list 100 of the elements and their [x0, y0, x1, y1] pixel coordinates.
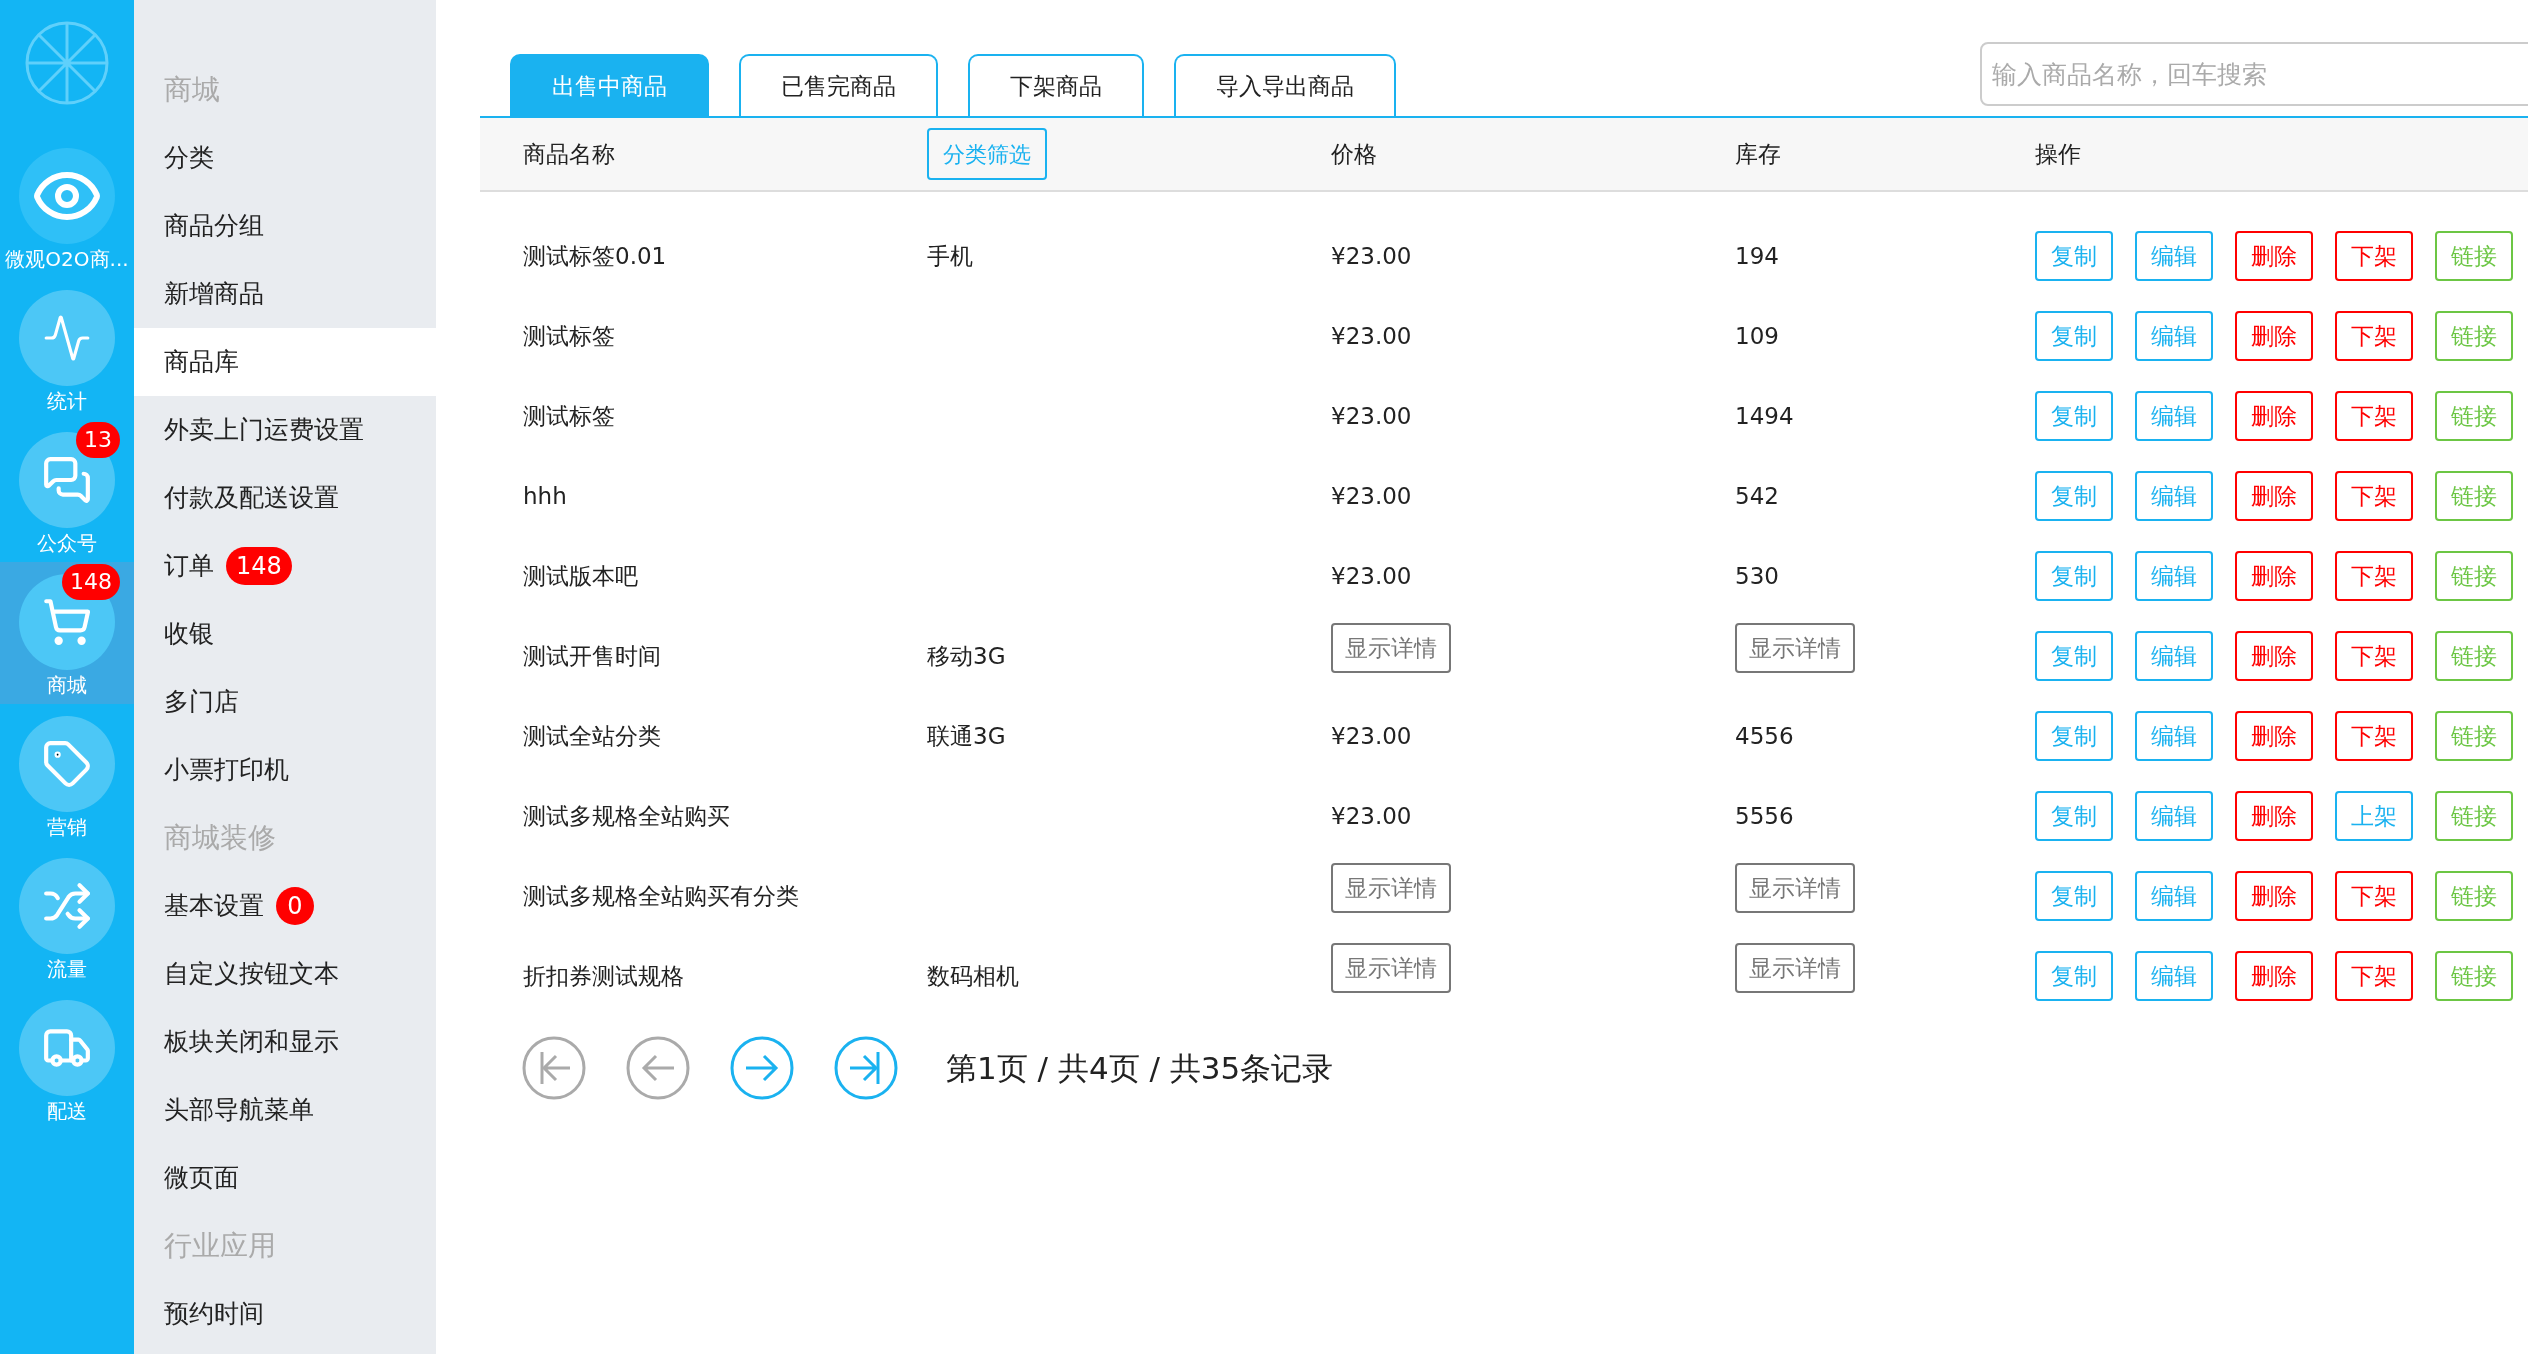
- action-button[interactable]: 复制: [2035, 391, 2113, 441]
- action-button[interactable]: 编辑: [2135, 231, 2213, 281]
- rail-item[interactable]: 统计: [0, 278, 134, 420]
- rail-item[interactable]: 流量: [0, 846, 134, 988]
- rail-item[interactable]: 营销: [0, 704, 134, 846]
- action-button[interactable]: 链接: [2435, 871, 2513, 921]
- action-button[interactable]: 复制: [2035, 231, 2113, 281]
- sidebar-item[interactable]: 收银: [134, 600, 436, 668]
- sidebar-item[interactable]: 订单 148: [134, 532, 436, 600]
- action-button[interactable]: 下架: [2335, 871, 2413, 921]
- action-button[interactable]: 链接: [2435, 311, 2513, 361]
- show-details-button[interactable]: 显示详情: [1735, 623, 1855, 674]
- price-text: ¥23.00: [1331, 402, 1412, 429]
- action-button[interactable]: 编辑: [2135, 631, 2213, 681]
- action-button[interactable]: 删除: [2235, 631, 2313, 681]
- tab[interactable]: 出售中商品: [510, 54, 709, 116]
- action-button[interactable]: 删除: [2235, 311, 2313, 361]
- action-button[interactable]: 编辑: [2135, 551, 2213, 601]
- action-button[interactable]: 链接: [2435, 951, 2513, 1001]
- sidebar-item[interactable]: 分类: [134, 124, 436, 192]
- action-button[interactable]: 链接: [2435, 551, 2513, 601]
- sidebar-item[interactable]: 新增商品: [134, 260, 436, 328]
- sidebar-item[interactable]: 头部导航菜单: [134, 1076, 436, 1144]
- last-page-button[interactable]: [834, 1036, 898, 1100]
- show-details-button[interactable]: 显示详情: [1331, 863, 1451, 914]
- action-button[interactable]: 复制: [2035, 631, 2113, 681]
- action-button[interactable]: 编辑: [2135, 311, 2213, 361]
- sidebar-item[interactable]: 付款及配送设置: [134, 464, 436, 532]
- show-details-button[interactable]: 显示详情: [1331, 943, 1451, 994]
- rail-item[interactable]: 公众号 13: [0, 420, 134, 562]
- action-button[interactable]: 删除: [2235, 551, 2313, 601]
- action-button[interactable]: 下架: [2335, 951, 2413, 1001]
- sidebar-item[interactable]: 板块关闭和显示: [134, 1008, 436, 1076]
- sidebar-item[interactable]: 基本设置 0: [134, 872, 436, 940]
- action-button[interactable]: 复制: [2035, 871, 2113, 921]
- category-filter-button[interactable]: 分类筛选: [927, 128, 1047, 180]
- sidebar-item-label: 基本设置: [164, 890, 264, 923]
- action-button[interactable]: 复制: [2035, 951, 2113, 1001]
- action-button[interactable]: 复制: [2035, 551, 2113, 601]
- action-button[interactable]: 链接: [2435, 391, 2513, 441]
- action-button[interactable]: 下架: [2335, 231, 2413, 281]
- rail-item[interactable]: 微观O2O商...: [0, 136, 134, 278]
- action-button[interactable]: 复制: [2035, 311, 2113, 361]
- action-button[interactable]: 复制: [2035, 791, 2113, 841]
- action-button[interactable]: 下架: [2335, 631, 2413, 681]
- sidebar-item-label: 小票打印机: [164, 754, 289, 787]
- action-button[interactable]: 编辑: [2135, 791, 2213, 841]
- show-details-button[interactable]: 显示详情: [1735, 863, 1855, 914]
- sidebar-item[interactable]: 微页面: [134, 1144, 436, 1212]
- action-button[interactable]: 下架: [2335, 551, 2413, 601]
- sidebar-item-label: 外卖上门运费设置: [164, 414, 364, 447]
- rail-label: 营销: [47, 814, 87, 841]
- count-badge: 148: [226, 547, 292, 585]
- action-button[interactable]: 删除: [2235, 951, 2313, 1001]
- action-button[interactable]: 链接: [2435, 471, 2513, 521]
- action-button[interactable]: 编辑: [2135, 951, 2213, 1001]
- action-button[interactable]: 编辑: [2135, 871, 2213, 921]
- product-name: 测试开售时间: [523, 642, 661, 669]
- rail-item[interactable]: 配送: [0, 988, 134, 1130]
- action-button[interactable]: 编辑: [2135, 471, 2213, 521]
- sidebar-item[interactable]: 自定义按钮文本: [134, 940, 436, 1008]
- sidebar-item[interactable]: 多门店: [134, 668, 436, 736]
- action-button[interactable]: 删除: [2235, 791, 2313, 841]
- product-name: 测试标签: [523, 322, 615, 349]
- show-details-button[interactable]: 显示详情: [1735, 943, 1855, 994]
- stock-text: 530: [1735, 562, 1779, 589]
- sidebar-item[interactable]: 商品库: [134, 328, 436, 396]
- action-button[interactable]: 编辑: [2135, 391, 2213, 441]
- action-button[interactable]: 链接: [2435, 231, 2513, 281]
- rail-item[interactable]: 商城 148: [0, 562, 134, 704]
- action-button[interactable]: 删除: [2235, 391, 2313, 441]
- sidebar-item-label: 自定义按钮文本: [164, 958, 339, 991]
- action-button[interactable]: 下架: [2335, 711, 2413, 761]
- action-button[interactable]: 删除: [2235, 231, 2313, 281]
- action-button[interactable]: 上架: [2335, 791, 2413, 841]
- action-button[interactable]: 链接: [2435, 711, 2513, 761]
- action-button[interactable]: 删除: [2235, 711, 2313, 761]
- action-button[interactable]: 删除: [2235, 471, 2313, 521]
- sidebar-heading: 商城装修: [164, 820, 276, 856]
- action-button[interactable]: 链接: [2435, 631, 2513, 681]
- action-button[interactable]: 复制: [2035, 711, 2113, 761]
- next-page-button[interactable]: [730, 1036, 794, 1100]
- action-button[interactable]: 删除: [2235, 871, 2313, 921]
- action-button[interactable]: 下架: [2335, 311, 2413, 361]
- search-field[interactable]: 输入商品名称，回车搜索: [1980, 42, 2528, 106]
- tab[interactable]: 已售完商品: [739, 54, 938, 116]
- sidebar-item[interactable]: 外卖上门运费设置: [134, 396, 436, 464]
- show-details-button[interactable]: 显示详情: [1331, 623, 1451, 674]
- action-button[interactable]: 链接: [2435, 791, 2513, 841]
- tab[interactable]: 下架商品: [968, 54, 1144, 116]
- logo-icon: [24, 20, 110, 106]
- sidebar-item[interactable]: 预约时间: [134, 1280, 436, 1348]
- action-button[interactable]: 复制: [2035, 471, 2113, 521]
- cart-icon: [42, 597, 92, 647]
- action-button[interactable]: 下架: [2335, 471, 2413, 521]
- action-button[interactable]: 下架: [2335, 391, 2413, 441]
- sidebar-item[interactable]: 商品分组: [134, 192, 436, 260]
- sidebar-item[interactable]: 小票打印机: [134, 736, 436, 804]
- tab[interactable]: 导入导出商品: [1174, 54, 1396, 116]
- action-button[interactable]: 编辑: [2135, 711, 2213, 761]
